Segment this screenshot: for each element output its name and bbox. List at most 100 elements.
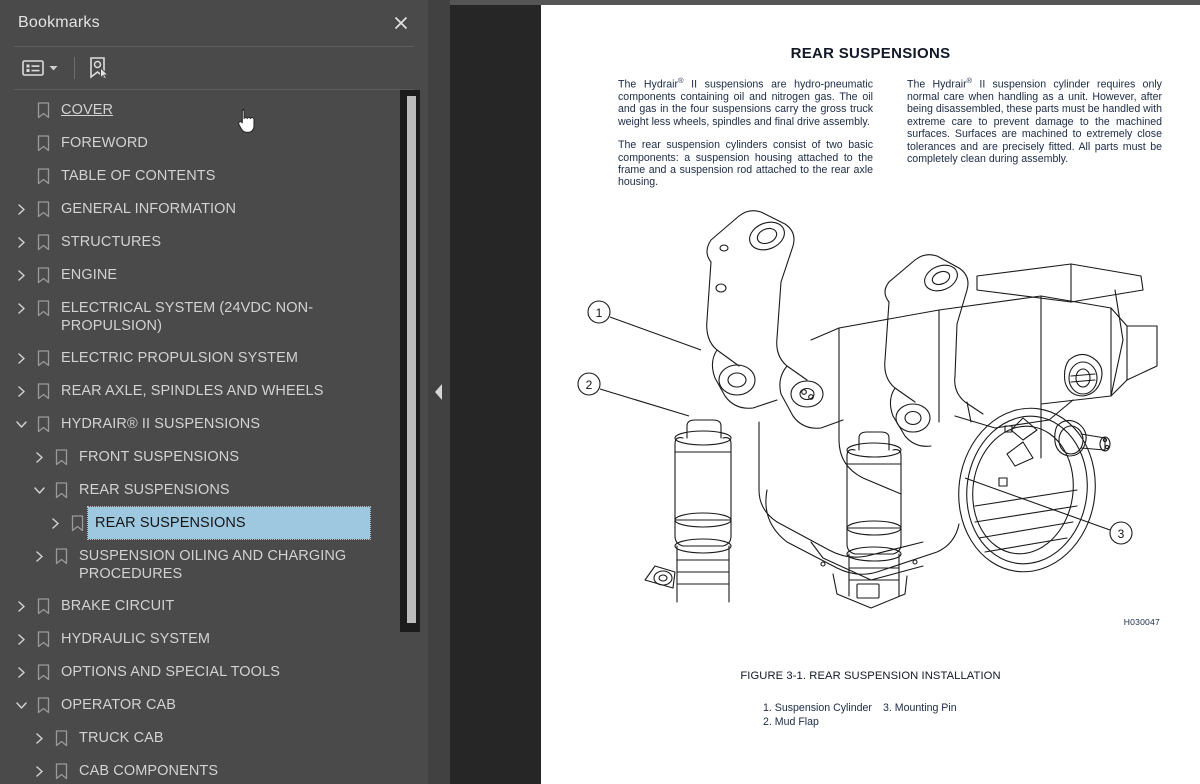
bookmark-icon [50, 474, 72, 507]
bookmark-icon [32, 656, 54, 689]
text-column-right: The Hydrair® II suspension cylinder requ… [907, 75, 1162, 189]
chevron-right-icon[interactable] [10, 259, 32, 292]
chevron-right-icon[interactable] [44, 507, 66, 540]
chevron-right-icon[interactable] [10, 342, 32, 375]
chevron-down-icon[interactable] [28, 474, 50, 507]
figure-caption: FIGURE 3-1. REAR SUSPENSION INSTALLATION [740, 670, 1001, 682]
panel-splitter[interactable] [428, 0, 450, 784]
bookmark-label: ENGINE [61, 267, 118, 283]
bookmark-item[interactable]: REAR SUSPENSIONS [0, 506, 398, 540]
svg-text:1: 1 [596, 306, 603, 320]
bookmark-label: ELECTRICAL SYSTEM (24VDC NON-PROPULSION) [61, 300, 314, 334]
bookmark-icon [32, 375, 54, 408]
bookmark-icon [32, 590, 54, 623]
bookmark-label: OPERATOR CAB [61, 697, 177, 713]
bookmark-label: TABLE OF CONTENTS [61, 168, 216, 184]
bookmark-item[interactable]: CAB COMPONENTS [0, 755, 398, 784]
bookmark-item[interactable]: GENERAL INFORMATION [0, 193, 398, 226]
bookmark-item[interactable]: FRONT SUSPENSIONS [0, 441, 398, 474]
bookmark-label: REAR SUSPENSIONS [79, 482, 230, 498]
text-column-left: The Hydrair® II suspensions are hydro-pn… [618, 75, 873, 189]
chevron-right-icon[interactable] [10, 623, 32, 656]
bookmark-icon [32, 226, 54, 259]
page-title: REAR SUSPENSIONS [790, 45, 951, 62]
bookmark-item[interactable]: TRUCK CAB [0, 722, 398, 755]
bookmark-item[interactable]: REAR SUSPENSIONS [0, 474, 398, 507]
bookmark-label: FOREWORD [61, 135, 148, 151]
new-bookmark-icon[interactable] [87, 54, 109, 82]
bookmark-icon [50, 540, 72, 573]
collapse-panel-arrow-icon[interactable] [428, 380, 450, 404]
bookmark-item[interactable]: ELECTRIC PROPULSION SYSTEM [0, 342, 398, 375]
chevron-right-icon[interactable] [28, 441, 50, 474]
pdf-viewer-window: Bookmarks COVER FOREWORD TABLE OF CONTEN… [0, 0, 1200, 784]
bookmarks-scrollbar[interactable] [398, 90, 428, 784]
bookmark-item[interactable]: ELECTRICAL SYSTEM (24VDC NON-PROPULSION) [0, 292, 398, 342]
callout-2 [577, 372, 690, 417]
bookmark-label: SUSPENSION OILING AND CHARGING PROCEDURE… [79, 548, 347, 582]
bookmark-icon [50, 441, 72, 474]
chevron-right-icon[interactable] [10, 292, 32, 325]
bookmark-label: HYDRAIR® II SUSPENSIONS [61, 416, 261, 432]
legend-item: 2. Mud Flap [763, 715, 819, 728]
chevron-right-icon[interactable] [28, 755, 50, 784]
legend-item: 1. Suspension Cylinder [763, 702, 872, 714]
chevron-right-icon[interactable] [10, 226, 32, 259]
bookmark-icon [66, 507, 88, 540]
bookmark-label: REAR SUSPENSIONS [87, 506, 371, 540]
document-viewport[interactable]: REAR SUSPENSIONS The Hydrair® II suspens… [450, 0, 1200, 784]
scrollbar-thumb[interactable] [407, 96, 416, 623]
bookmark-label: CAB COMPONENTS [79, 763, 219, 779]
bookmark-label: OPTIONS AND SPECIAL TOOLS [61, 664, 280, 680]
chevron-right-icon[interactable] [10, 656, 32, 689]
bookmark-item[interactable]: OPERATOR CAB [0, 689, 398, 722]
bookmark-icon [50, 722, 72, 755]
bookmark-item[interactable]: ENGINE [0, 259, 398, 292]
bookmarks-tree: COVER FOREWORD TABLE OF CONTENTS GENERAL IN… [0, 90, 398, 784]
pdf-page: REAR SUSPENSIONS The Hydrair® II suspens… [541, 5, 1200, 784]
bookmark-item[interactable]: COVER [0, 94, 398, 127]
bookmark-label: REAR AXLE, SPINDLES AND WHEELS [61, 383, 324, 399]
body-text-columns: The Hydrair® II suspensions are hydro-pn… [618, 75, 1162, 189]
drawing-number: H030047 [1123, 617, 1160, 627]
callout-1 [587, 300, 702, 351]
bookmark-item[interactable]: REAR AXLE, SPINDLES AND WHEELS [0, 375, 398, 408]
bookmark-icon [32, 160, 54, 193]
chevron-right-icon[interactable] [28, 540, 50, 573]
bookmark-item[interactable]: OPTIONS AND SPECIAL TOOLS [0, 656, 398, 689]
close-icon[interactable] [388, 10, 414, 36]
bookmark-icon [50, 755, 72, 784]
bookmark-item[interactable]: STRUCTURES [0, 226, 398, 259]
chevron-right-icon[interactable] [10, 590, 32, 623]
bookmark-icon [32, 689, 54, 722]
paragraph: The rear suspension cylinders consist of… [618, 139, 873, 189]
options-list-icon[interactable] [18, 54, 62, 82]
chevron-down-icon[interactable] [10, 408, 32, 441]
bookmark-label: ELECTRIC PROPULSION SYSTEM [61, 350, 299, 366]
bookmarks-tree-container: COVER FOREWORD TABLE OF CONTENTS GENERAL IN… [0, 90, 428, 784]
bookmark-item[interactable]: BRAKE CIRCUIT [0, 590, 398, 623]
bookmark-item[interactable]: FOREWORD [0, 127, 398, 160]
bookmark-icon [32, 193, 54, 226]
bookmark-label: STRUCTURES [61, 234, 162, 250]
chevron-down-icon[interactable] [10, 689, 32, 722]
chevron-right-icon[interactable] [10, 375, 32, 408]
figure-legend: 1. Suspension Cylinder 2. Mud Flap 3. Mo… [763, 702, 1003, 729]
chevron-right-icon[interactable] [10, 193, 32, 226]
bookmarks-panel: Bookmarks COVER FOREWORD TABLE OF CONTEN… [0, 0, 428, 784]
legend-item: 3. Mounting Pin [883, 702, 957, 714]
panel-title: Bookmarks [18, 14, 100, 31]
bookmark-item[interactable]: HYDRAULIC SYSTEM [0, 623, 398, 656]
bookmark-icon [32, 127, 54, 160]
paragraph: The Hydrair® II suspension cylinder requ… [907, 76, 1162, 165]
chevron-right-icon[interactable] [28, 722, 50, 755]
bookmark-icon [32, 408, 54, 441]
bookmark-item[interactable]: TABLE OF CONTENTS [0, 160, 398, 193]
bookmark-item[interactable]: SUSPENSION OILING AND CHARGING PROCEDURE… [0, 540, 398, 590]
bookmarks-toolbar [0, 47, 428, 89]
bookmark-icon [32, 342, 54, 375]
bookmark-item[interactable]: HYDRAIR® II SUSPENSIONS [0, 408, 398, 441]
scrollbar-track[interactable] [400, 90, 420, 632]
